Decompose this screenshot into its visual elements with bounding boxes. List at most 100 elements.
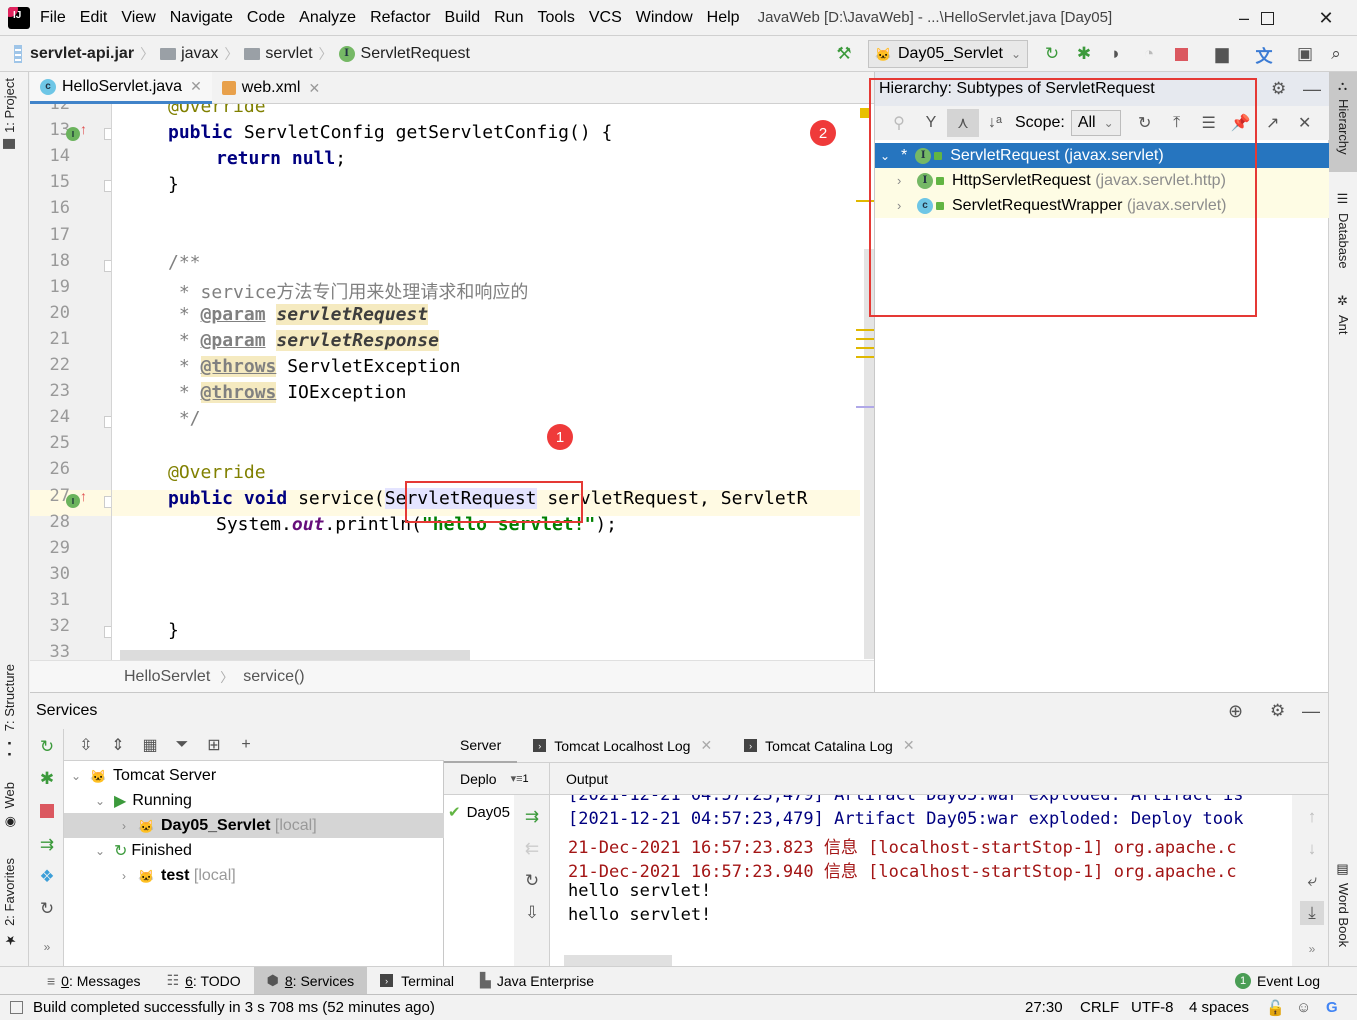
editor-tab-webxml[interactable]: web.xml ✕ <box>212 72 330 104</box>
tool-tab-web[interactable]: ◉ Web <box>2 782 17 830</box>
sort-icon[interactable]: ▾≡ <box>511 772 523 785</box>
tab-tomcat-catalina-log[interactable]: › Tomcat Catalina Log ✕ <box>728 729 930 763</box>
close-icon[interactable]: ✕ <box>1289 109 1321 137</box>
new-tab-icon[interactable]: ⊞ <box>198 731 230 759</box>
deploy-icon[interactable]: ⇉ <box>520 805 544 829</box>
menu-edit[interactable]: Edit <box>80 9 108 27</box>
profile-icon[interactable]: ◔ <box>1137 42 1161 66</box>
tool-tab-word-book[interactable]: ▤ Word Book <box>1329 854 1357 955</box>
scroll-down-icon[interactable]: ↓ <box>1300 837 1324 861</box>
expand-all-icon[interactable]: ⇳ <box>70 731 102 759</box>
chevron-down-icon[interactable]: ⌄ <box>92 844 108 858</box>
undeploy-icon[interactable]: ⇇ <box>520 837 544 861</box>
crumb-servlet[interactable]: servlet 〉 <box>244 44 338 64</box>
tool-tab-todo[interactable]: ☷ 6: TODO <box>154 967 254 995</box>
service-node-finished[interactable]: ⌄ ↻ Finished <box>64 838 444 863</box>
tab-tomcat-localhost-log[interactable]: › Tomcat Localhost Log ✕ <box>517 729 728 763</box>
chevron-right-icon[interactable]: › <box>116 869 132 883</box>
hide-panel-icon[interactable]: — <box>1302 701 1320 722</box>
fold-marker-icon[interactable] <box>104 128 111 140</box>
filter-icon[interactable]: ⏷ <box>166 731 198 759</box>
tool-tab-ant[interactable]: ✲ Ant <box>1329 286 1357 343</box>
tool-tab-favorites[interactable]: ★ 2: Favorites <box>2 858 17 947</box>
file-encoding[interactable]: UTF-8 <box>1131 999 1174 1016</box>
service-node-running[interactable]: ⌄ ▶ Running <box>64 788 444 813</box>
chevron-down-icon[interactable]: ⌄ <box>68 769 84 783</box>
debug-icon[interactable]: ✱ <box>35 767 59 791</box>
close-tab-icon[interactable]: ✕ <box>308 80 320 97</box>
close-tab-icon[interactable]: ✕ <box>700 737 712 754</box>
chevron-right-icon[interactable]: › <box>116 819 132 833</box>
coverage-icon[interactable]: ◗ <box>1104 42 1128 66</box>
status-toggle-icon[interactable] <box>10 1001 23 1014</box>
service-node-test[interactable]: › 🐱 test [local] <box>64 863 444 888</box>
debug-icon[interactable]: ✱ <box>1072 42 1096 66</box>
service-node-day05-servlet[interactable]: › 🐱 Day05_Servlet [local] <box>64 813 444 838</box>
soft-wrap-icon[interactable]: ⤶ <box>1300 869 1324 893</box>
run-configuration-select[interactable]: 🐱 Day05_Servlet ⌄ <box>868 40 1028 68</box>
maximize-button[interactable] <box>1244 0 1290 36</box>
unlock-icon[interactable]: 🔓 <box>1266 999 1285 1017</box>
tool-tab-java-enterprise[interactable]: ▙ Java Enterprise <box>467 967 607 995</box>
menu-navigate[interactable]: Navigate <box>170 9 233 27</box>
inspector-icon[interactable]: ☺ <box>1296 999 1311 1016</box>
refresh-icon[interactable]: ↻ <box>35 897 59 921</box>
editor-tab-helloservlet[interactable]: c HelloServlet.java ✕ <box>30 72 212 104</box>
menu-refactor[interactable]: Refactor <box>370 9 430 27</box>
add-service-icon[interactable]: + <box>230 731 262 759</box>
close-window-button[interactable]: ✕ <box>1303 0 1349 36</box>
tool-tab-database[interactable]: ☰ Database <box>1329 184 1357 277</box>
menu-analyze[interactable]: Analyze <box>299 9 356 27</box>
more-icon[interactable]: » <box>1300 937 1324 961</box>
stripe-marker[interactable] <box>856 406 874 408</box>
service-node-tomcat-server[interactable]: ⌄ 🐱 Tomcat Server <box>64 763 444 788</box>
gear-icon[interactable]: ⚙ <box>1271 79 1286 99</box>
menu-window[interactable]: Window <box>636 9 693 27</box>
line-separator[interactable]: CRLF <box>1080 999 1119 1016</box>
rerun-icon[interactable]: ↻ <box>35 735 59 759</box>
search-icon[interactable]: ⌕ <box>1324 42 1348 66</box>
code-editor[interactable]: @Override public ServletConfig getServle… <box>112 104 860 660</box>
collapse-all-icon[interactable]: ⇕ <box>102 731 134 759</box>
breadcrumb-class[interactable]: HelloServlet <box>124 668 210 686</box>
download-icon[interactable]: ⇩ <box>520 901 544 925</box>
override-arrow-icon[interactable]: ↑ <box>80 121 87 137</box>
menu-build[interactable]: Build <box>445 9 481 27</box>
indent-setting[interactable]: 4 spaces <box>1189 999 1249 1016</box>
menu-tools[interactable]: Tools <box>537 9 574 27</box>
horizontal-scrollbar[interactable] <box>120 650 470 660</box>
artifacts-icon[interactable]: ❖ <box>35 865 59 889</box>
stripe-marker[interactable] <box>856 338 874 340</box>
deployment-item-day05[interactable]: ✔ Day05 <box>444 795 514 822</box>
menu-code[interactable]: Code <box>247 9 285 27</box>
stop-icon[interactable] <box>35 799 59 823</box>
breadcrumb-method[interactable]: service() <box>243 668 304 686</box>
fold-marker-icon[interactable] <box>104 416 111 428</box>
tool-tab-services[interactable]: ⬢ 8: Services <box>253 966 368 995</box>
fold-marker-icon[interactable] <box>104 626 111 638</box>
tab-server[interactable]: Server <box>444 729 518 763</box>
menu-vcs[interactable]: VCS <box>589 9 622 27</box>
implements-method-icon[interactable]: I <box>66 494 80 508</box>
caret-position[interactable]: 27:30 <box>1025 999 1063 1016</box>
tool-tab-hierarchy[interactable]: ⛬ Hierarchy <box>1329 72 1357 172</box>
tool-tab-structure[interactable]: ▪▪ 7: Structure <box>2 664 17 759</box>
menu-run[interactable]: Run <box>494 9 523 27</box>
stripe-marker[interactable] <box>856 329 874 331</box>
tool-tab-messages[interactable]: ≡ 0: Messages <box>34 967 154 995</box>
hide-panel-icon[interactable]: — <box>1303 79 1321 100</box>
implements-method-icon[interactable]: I <box>66 127 80 141</box>
fold-marker-icon[interactable] <box>104 496 111 508</box>
menu-file[interactable]: File <box>40 9 66 27</box>
group-by-icon[interactable]: ▦ <box>134 731 166 759</box>
fold-marker-icon[interactable] <box>104 260 111 272</box>
tool-tab-terminal[interactable]: › Terminal <box>367 967 467 995</box>
stripe-marker[interactable] <box>856 347 874 349</box>
build-hammer-icon[interactable]: ⚒ <box>832 42 856 66</box>
stop-icon[interactable] <box>1169 42 1193 66</box>
google-icon[interactable]: G <box>1326 999 1338 1016</box>
crumb-javax[interactable]: javax 〉 <box>160 44 244 64</box>
event-log-button[interactable]: 1 Event Log <box>1222 967 1333 995</box>
project-structure-icon[interactable]: ▆ <box>1210 42 1234 66</box>
translate-icon[interactable]: 文 <box>1252 42 1276 66</box>
